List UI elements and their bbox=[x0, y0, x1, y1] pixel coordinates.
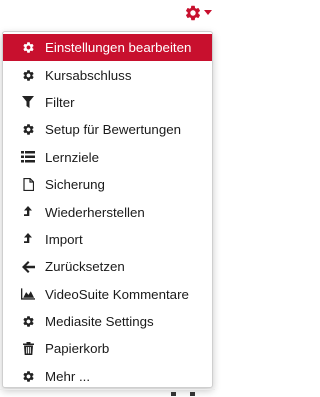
arrow-left-icon bbox=[21, 260, 35, 274]
menu-item-zuruecksetzen[interactable]: Zurücksetzen bbox=[3, 253, 212, 280]
menu-item-label: Wiederherstellen bbox=[45, 204, 145, 220]
menu-item-label: Kursabschluss bbox=[45, 67, 132, 83]
gear-icon bbox=[184, 4, 202, 22]
menu-item-filter[interactable]: Filter bbox=[3, 89, 212, 116]
menu-item-lernziele[interactable]: Lernziele bbox=[3, 144, 212, 171]
menu-item-label: VideoSuite Kommentare bbox=[45, 286, 189, 302]
menu-item-mediasite-settings[interactable]: Mediasite Settings bbox=[3, 308, 212, 335]
menu-item-videosuite-kommentare[interactable]: VideoSuite Kommentare bbox=[3, 281, 212, 308]
caret-down-icon bbox=[204, 10, 212, 16]
menu-item-einstellungen-bearbeiten[interactable]: Einstellungen bearbeiten bbox=[3, 34, 212, 62]
upload-arrow-icon bbox=[21, 205, 35, 219]
menu-item-kursabschluss[interactable]: Kursabschluss bbox=[3, 61, 212, 88]
area-chart-icon bbox=[21, 287, 35, 301]
menu-item-papierkorb[interactable]: Papierkorb bbox=[3, 335, 212, 362]
gear-icon bbox=[21, 369, 35, 383]
filter-icon bbox=[21, 95, 35, 109]
menu-item-label: Zurücksetzen bbox=[45, 259, 125, 275]
gear-icon bbox=[21, 41, 35, 55]
trash-icon bbox=[21, 342, 35, 356]
menu-item-label: Import bbox=[45, 231, 83, 247]
file-icon bbox=[21, 178, 35, 192]
menu-item-label: Lernziele bbox=[45, 149, 99, 165]
gear-icon bbox=[21, 123, 35, 137]
menu-item-mehr[interactable]: Mehr ... bbox=[3, 363, 212, 390]
menu-item-label: Mediasite Settings bbox=[45, 314, 154, 330]
menu-item-label: Sicherung bbox=[45, 177, 105, 193]
menu-item-setup-fuer-bewertungen[interactable]: Setup für Bewertungen bbox=[3, 116, 212, 143]
menu-item-label: Setup für Bewertungen bbox=[45, 122, 182, 138]
upload-arrow-icon bbox=[21, 232, 35, 246]
list-icon bbox=[21, 150, 35, 164]
gear-icon bbox=[21, 315, 35, 329]
gear-icon bbox=[21, 68, 35, 82]
settings-menu-toggle[interactable] bbox=[184, 2, 212, 24]
menu-item-import[interactable]: Import bbox=[3, 226, 212, 253]
menu-item-label: Mehr ... bbox=[45, 368, 91, 384]
menu-item-label: Papierkorb bbox=[45, 341, 110, 357]
menu-item-wiederherstellen[interactable]: Wiederherstellen bbox=[3, 198, 212, 225]
menu-item-sicherung[interactable]: Sicherung bbox=[3, 171, 212, 198]
menu-item-label: Filter bbox=[45, 94, 75, 110]
menu-item-label: Einstellungen bearbeiten bbox=[45, 40, 192, 56]
settings-dropdown-menu: Einstellungen bearbeiten Kursabschluss Fil… bbox=[2, 31, 213, 388]
